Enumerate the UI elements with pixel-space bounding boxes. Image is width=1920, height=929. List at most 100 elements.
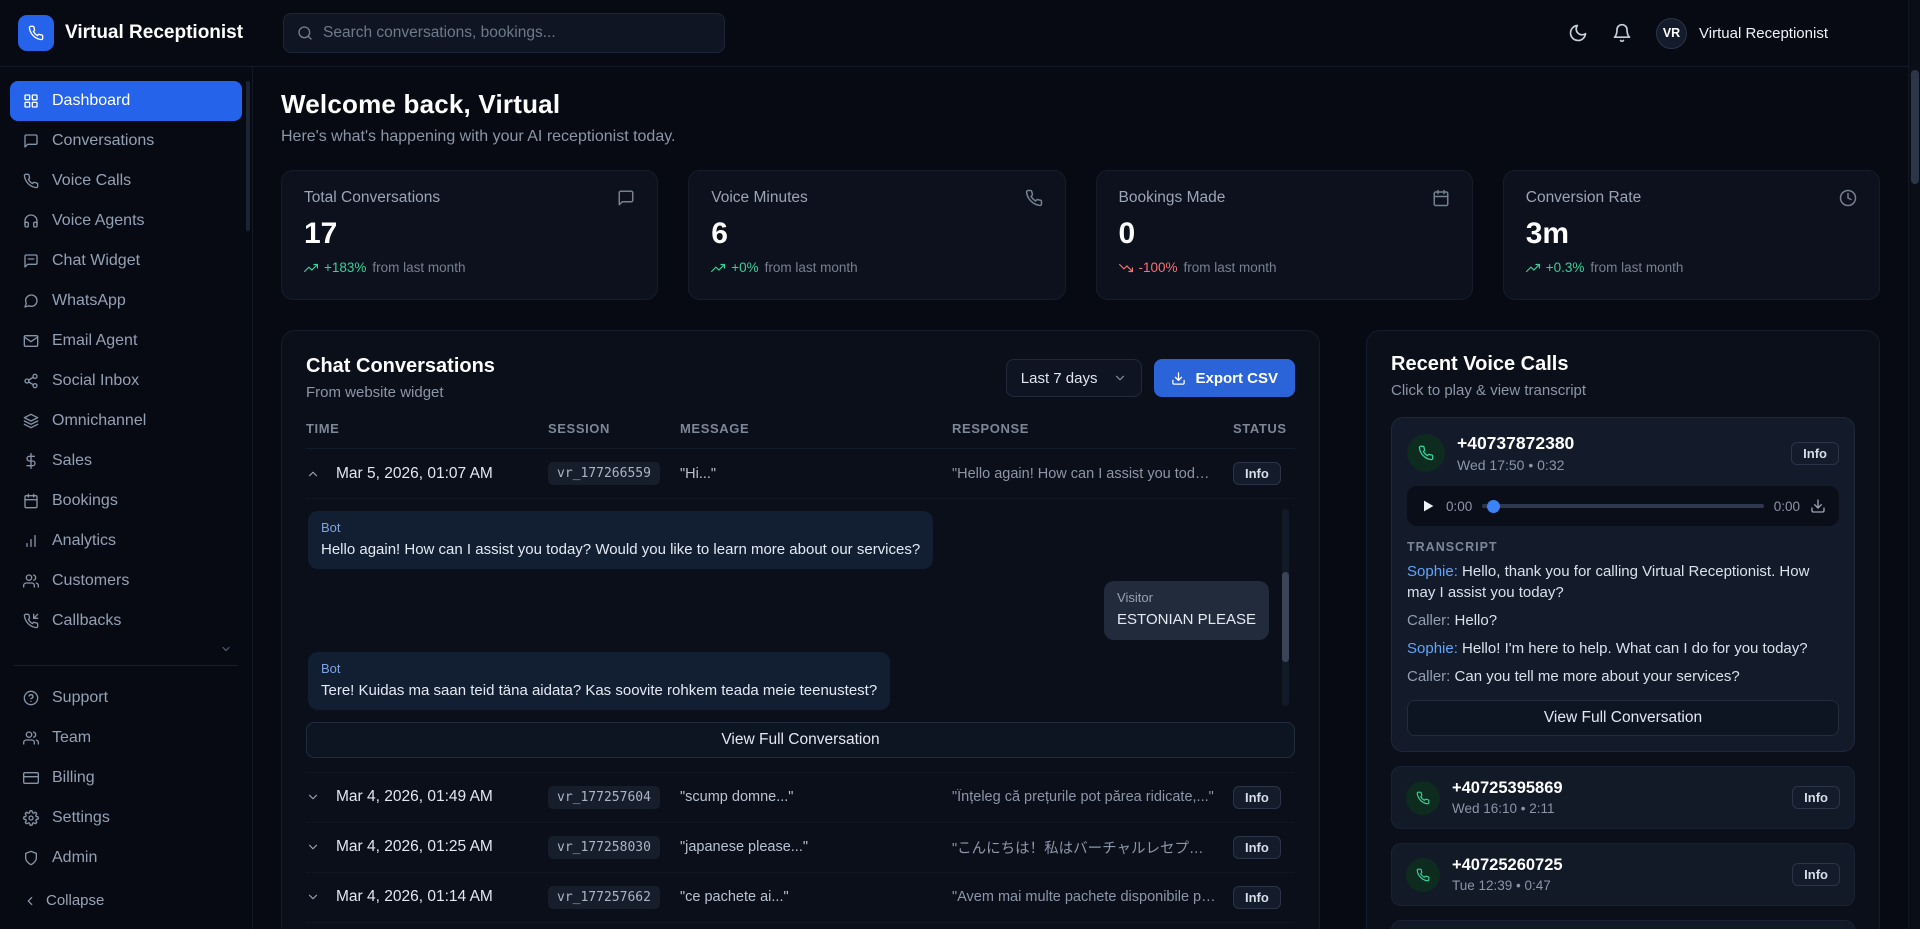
sidebar-item-admin[interactable]: Admin [10,838,242,878]
view-full-conversation-button[interactable]: View Full Conversation [1407,700,1839,736]
call-meta: Tue 12:39 • 0:47 [1452,878,1563,893]
search-input[interactable] [323,24,711,42]
sidebar-item-voice-calls[interactable]: Voice Calls [10,161,242,201]
status-badge[interactable]: Info [1233,886,1281,909]
sidebar-item-analytics[interactable]: Analytics [10,521,242,561]
phone-icon [28,25,44,41]
sidebar-item-dashboard[interactable]: Dashboard [10,81,242,121]
sidebar-item-whatsapp[interactable]: WhatsApp [10,281,242,321]
session-badge: vr_177258030 [548,836,660,859]
sidebar-item-chat-widget[interactable]: Chat Widget [10,241,242,281]
phone-icon [1407,434,1445,472]
stat-delta-suffix: from last month [372,260,465,275]
chevron-down-icon[interactable] [306,890,320,904]
chat-icon [23,133,39,149]
sidebar-item-email-agent[interactable]: Email Agent [10,321,242,361]
stats-row: Total Conversations 17 +183%from last mo… [281,170,1880,300]
collapse-button[interactable]: Collapse [10,886,242,915]
search-bar[interactable] [283,13,725,53]
sidebar-item-label: Voice Calls [52,172,131,190]
date-range-select[interactable]: Last 7 days [1006,359,1143,397]
page-scrollbar[interactable] [1908,0,1920,929]
stat-card-total-conversations: Total Conversations 17 +183%from last mo… [281,170,658,300]
message-text: Hello again! How can I assist you today?… [321,540,920,560]
row-time: Mar 4, 2026, 01:25 AM [336,838,548,856]
sidebar-item-customers[interactable]: Customers [10,561,242,601]
sidebar-item-conversations[interactable]: Conversations [10,121,242,161]
sidebar-item-social-inbox[interactable]: Social Inbox [10,361,242,401]
play-button[interactable] [1420,498,1436,514]
view-full-conversation-button[interactable]: View Full Conversation [306,722,1295,758]
transcript-text: Hello? [1455,612,1498,629]
stat-delta: -100% [1139,260,1178,275]
visitor-message: Visitor ESTONIAN PLEASE [1104,581,1269,639]
stat-value: 6 [711,217,1042,251]
sidebar-item-team[interactable]: Team [10,718,242,758]
table-row[interactable]: Mar 4, 2026, 01:49 AM vr_177257604 "scum… [306,773,1295,823]
chevron-down-icon[interactable] [306,790,320,804]
table-row[interactable]: Mar 4, 2026, 01:14 AM vr_177257662 "ce p… [306,873,1295,923]
status-badge[interactable]: Info [1233,786,1281,809]
column-time: TIME [306,421,548,436]
voice-call-row[interactable]: +40725395869 Wed 16:10 • 2:11 Info [1391,766,1855,829]
sidebar-item-label: Analytics [52,532,116,550]
scrollbar-thumb[interactable] [1911,70,1919,184]
sidebar-item-sales[interactable]: Sales [10,441,242,481]
sidebar-item-bookings[interactable]: Bookings [10,481,242,521]
bot-message: Bot Tere! Kuidas ma saan teid täna aidat… [308,652,890,710]
row-time: Mar 4, 2026, 01:49 AM [336,788,548,806]
recent-voice-calls-panel: Recent Voice Calls Click to play & view … [1366,330,1880,929]
row-response: "Înțeleg că prețurile pot părea ridicate… [952,789,1233,805]
info-badge[interactable]: Info [1792,863,1840,886]
scrollbar-thumb[interactable] [1282,572,1289,663]
sidebar-item-voice-agents[interactable]: Voice Agents [10,201,242,241]
chat-icon [617,189,635,207]
trend-up-icon [711,261,725,275]
phone-icon [1416,868,1430,882]
chat-widget-icon [23,253,39,269]
slider-thumb[interactable] [1487,500,1500,513]
notifications-icon[interactable] [1612,23,1632,43]
table-row[interactable] [306,923,1295,929]
app-logo [18,15,54,51]
sidebar-item-callbacks[interactable]: Callbacks [10,601,242,641]
seek-slider[interactable] [1482,499,1763,513]
transcript-line: Sophie: Hello, thank you for calling Vir… [1407,561,1839,603]
transcript-label: TRANSCRIPT [1407,540,1839,554]
chevron-down-icon[interactable] [306,840,320,854]
table-row[interactable]: Mar 4, 2026, 01:25 AM vr_177258030 "japa… [306,823,1295,873]
info-badge[interactable]: Info [1791,442,1839,465]
column-session: SESSION [548,421,680,436]
stat-delta: +0% [731,260,758,275]
export-csv-button[interactable]: Export CSV [1154,359,1295,397]
download-icon[interactable] [1810,498,1826,514]
voice-call-row[interactable]: +40725260725 Tue 12:39 • 0:47 Info [1391,843,1855,906]
sidebar-scroll-hint-icon [220,643,232,655]
status-badge[interactable]: Info [1233,836,1281,859]
stat-delta: +183% [324,260,366,275]
voice-call-card[interactable]: +40737872380 Wed 17:50 • 0:32 Info 0:00 … [1391,417,1855,752]
voice-call-row[interactable] [1391,920,1855,929]
info-badge[interactable]: Info [1792,786,1840,809]
transcript: Sophie: Hello, thank you for calling Vir… [1407,561,1839,687]
sidebar-item-omnichannel[interactable]: Omnichannel [10,401,242,441]
sidebar-item-settings[interactable]: Settings [10,798,242,838]
speaker-label: Sophie: [1407,640,1458,657]
sidebar-item-billing[interactable]: Billing [10,758,242,798]
player-total-time: 0:00 [1774,499,1800,514]
stat-value: 3m [1526,217,1857,251]
mail-icon [23,333,39,349]
table-row[interactable]: Mar 5, 2026, 01:07 AM vr_177266559 "Hi..… [306,449,1295,499]
chevron-left-icon [23,894,37,908]
status-badge[interactable]: Info [1233,462,1281,485]
call-meta: Wed 16:10 • 2:11 [1452,801,1563,816]
conversation-scrollbar[interactable] [1282,509,1289,706]
transcript-text: Can you tell me more about your services… [1455,668,1740,685]
sidebar-item-support[interactable]: Support [10,678,242,718]
whatsapp-icon [23,293,39,309]
theme-toggle-icon[interactable] [1568,23,1588,43]
dollar-icon [23,453,39,469]
sidebar-item-label: Email Agent [52,332,137,350]
avatar[interactable]: VR [1656,18,1687,49]
chevron-up-icon[interactable] [306,467,320,481]
